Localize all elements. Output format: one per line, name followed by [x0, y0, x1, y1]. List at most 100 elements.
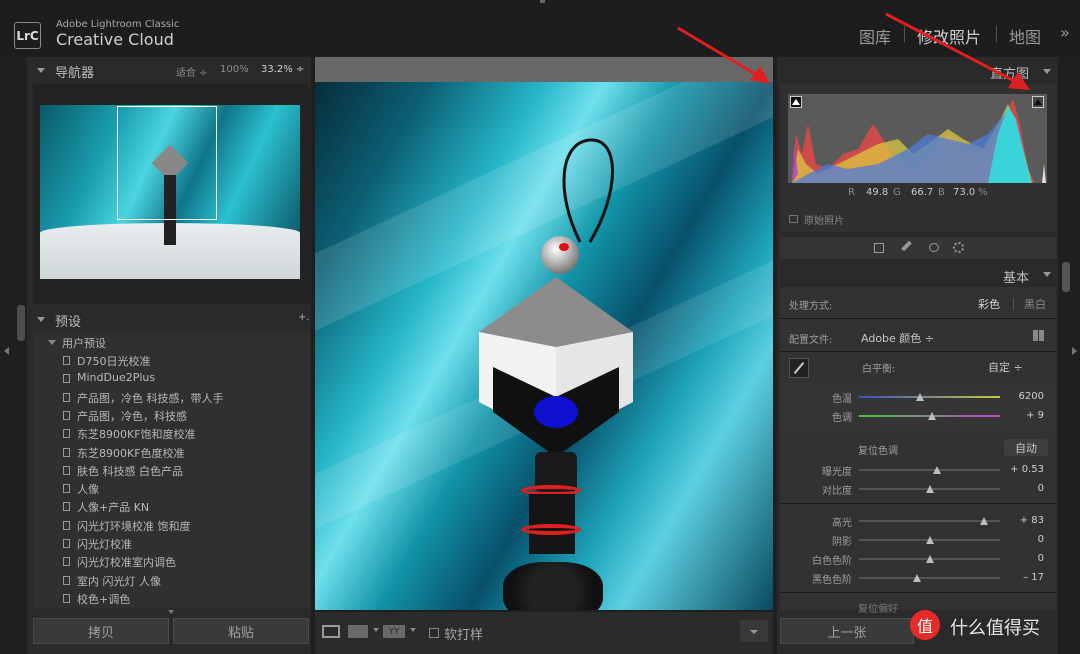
temp-label: 色温 — [832, 394, 852, 405]
watermark-logo-icon: 值 — [910, 610, 940, 640]
add-preset-icon[interactable]: +. — [298, 312, 310, 323]
top-panel-toggle-icon[interactable] — [540, 0, 545, 3]
blacks-value[interactable]: – 17 — [1008, 572, 1044, 583]
watermark-text: 什么值得买 — [950, 618, 1040, 639]
temp-slider-thumb[interactable] — [915, 393, 924, 401]
highlights-value[interactable]: + 83 — [1008, 515, 1044, 526]
original-photo-label: 原始照片 — [804, 216, 844, 227]
exposure-slider-thumb[interactable] — [932, 466, 941, 474]
preset-file-icon — [63, 429, 70, 439]
reset-presence-label[interactable]: 复位偏好 — [858, 600, 898, 615]
preset-item[interactable]: 人像 — [77, 481, 99, 497]
collapse-triangle-icon[interactable] — [1043, 69, 1051, 74]
yy-view-button[interactable]: YY — [383, 625, 405, 638]
navigator-view-box[interactable] — [117, 106, 217, 220]
group-triangle-icon[interactable] — [48, 340, 56, 345]
redeye-icon[interactable] — [929, 243, 939, 252]
preset-item[interactable]: 校色+调色 — [77, 591, 130, 607]
photo-canvas[interactable] — [315, 82, 773, 610]
preset-file-icon — [63, 392, 70, 402]
shadow-clipping-icon[interactable] — [790, 96, 802, 108]
tint-slider-thumb[interactable] — [928, 412, 937, 420]
before-after-view-icon[interactable] — [348, 625, 368, 638]
dropdown-arrow-icon[interactable] — [373, 628, 379, 632]
preset-item[interactable]: 闪光灯校准室内调色 — [77, 554, 176, 570]
profile-label: 配置文件: — [789, 335, 833, 346]
highlights-track[interactable] — [859, 520, 1000, 522]
wb-eyedropper-icon[interactable] — [789, 358, 809, 378]
contrast-value[interactable]: 0 — [1008, 483, 1044, 494]
preset-item[interactable]: 产品图，冷色 科技感，带人手 — [77, 390, 224, 406]
bw-treatment-button[interactable]: 黑白 — [1024, 296, 1046, 312]
preset-group-label[interactable]: 用户预设 — [62, 335, 106, 351]
zoom-100[interactable]: 100% — [220, 64, 249, 75]
left-panel-toggle-icon[interactable] — [4, 347, 9, 355]
highlights-slider-thumb[interactable] — [980, 517, 989, 525]
blacks-track[interactable] — [859, 577, 1000, 579]
cube-product — [479, 277, 633, 457]
masking-icon[interactable] — [953, 242, 964, 253]
preset-file-icon — [63, 410, 70, 420]
temp-track[interactable] — [859, 396, 1000, 398]
shadows-value[interactable]: 0 — [1008, 534, 1044, 545]
loupe-view-icon[interactable] — [322, 625, 340, 638]
temp-value[interactable]: 6200 — [1008, 391, 1044, 402]
preset-item[interactable]: 闪光灯校准 — [77, 536, 132, 552]
crop-icon[interactable] — [874, 243, 884, 253]
preset-item[interactable]: 闪光灯环境校准 饱和度 — [77, 518, 191, 534]
annotation-arrow — [677, 26, 770, 84]
shadows-slider-thumb[interactable] — [925, 536, 934, 544]
zoom-custom[interactable]: 33.2% ÷ — [261, 64, 304, 75]
preset-item[interactable]: 人像+产品 KN — [77, 499, 149, 515]
exposure-value[interactable]: + 0.53 — [1008, 464, 1044, 475]
auto-tone-button[interactable]: 自动 — [1004, 439, 1048, 456]
right-panel-toggle-icon[interactable] — [1072, 347, 1077, 355]
scroll-down-icon[interactable] — [168, 610, 174, 614]
original-photo-checkbox[interactable] — [789, 215, 798, 223]
collapse-triangle-icon[interactable] — [37, 68, 45, 73]
collapse-triangle-icon[interactable] — [1043, 272, 1051, 277]
contrast-slider-thumb[interactable] — [925, 485, 934, 493]
previous-button[interactable]: 上一张 — [780, 618, 914, 644]
brand-title: Creative Cloud — [56, 30, 174, 49]
preset-item[interactable]: 东芝8900KF色度校准 — [77, 445, 185, 461]
exposure-track[interactable] — [859, 469, 1000, 471]
profile-browser-icon[interactable] — [1033, 330, 1044, 341]
copy-button[interactable]: 拷贝 — [33, 618, 169, 644]
whites-value[interactable]: 0 — [1008, 553, 1044, 564]
preset-item[interactable]: 肤色 科技感 白色产品 — [77, 463, 183, 479]
tint-value[interactable]: + 9 — [1008, 410, 1044, 421]
wb-dropdown[interactable]: 自定 ÷ — [988, 359, 1023, 375]
whites-slider-thumb[interactable] — [925, 555, 934, 563]
wb-label: 白平衡: — [862, 364, 896, 375]
reset-tone-label[interactable]: 复位色调 — [858, 442, 898, 457]
histogram-graph — [788, 94, 1047, 183]
soft-proof-checkbox[interactable] — [429, 628, 439, 638]
profile-dropdown[interactable]: Adobe 颜色 ÷ — [861, 330, 934, 346]
basic-title: 基本 — [1003, 271, 1030, 286]
preset-item[interactable]: 室内 闪光灯 人像 — [77, 573, 161, 589]
right-scrollbar[interactable] — [1062, 262, 1070, 292]
zoom-fit[interactable]: 适合 ÷ — [176, 64, 208, 79]
color-treatment-button[interactable]: 彩色 — [978, 296, 1000, 312]
preset-file-icon — [63, 447, 70, 457]
dropdown-arrow-icon[interactable] — [410, 628, 416, 632]
left-scrollbar[interactable] — [17, 305, 25, 341]
lrc-logo: LrC — [14, 22, 41, 49]
red-ring — [521, 524, 581, 535]
preset-item[interactable]: MindDue2Plus — [77, 371, 155, 384]
paste-button[interactable]: 粘贴 — [173, 618, 309, 644]
blacks-slider-thumb[interactable] — [912, 574, 921, 582]
preset-item[interactable]: 产品图，冷色，科技感 — [77, 408, 187, 424]
whites-label: 白色色阶 — [812, 556, 852, 567]
preset-item[interactable]: 东芝8900KF饱和度校准 — [77, 426, 196, 442]
preset-file-icon — [63, 374, 70, 384]
more-modules-icon[interactable]: » — [1060, 23, 1070, 42]
shadows-label: 阴影 — [832, 537, 852, 548]
navigator-thumbnail[interactable] — [40, 105, 300, 279]
preset-file-icon — [63, 575, 70, 585]
treatment-label: 处理方式: — [789, 301, 833, 312]
collapse-triangle-icon[interactable] — [37, 317, 45, 322]
preset-item[interactable]: D750日光校准 — [77, 353, 150, 369]
presets-title: 预设 — [55, 315, 82, 330]
